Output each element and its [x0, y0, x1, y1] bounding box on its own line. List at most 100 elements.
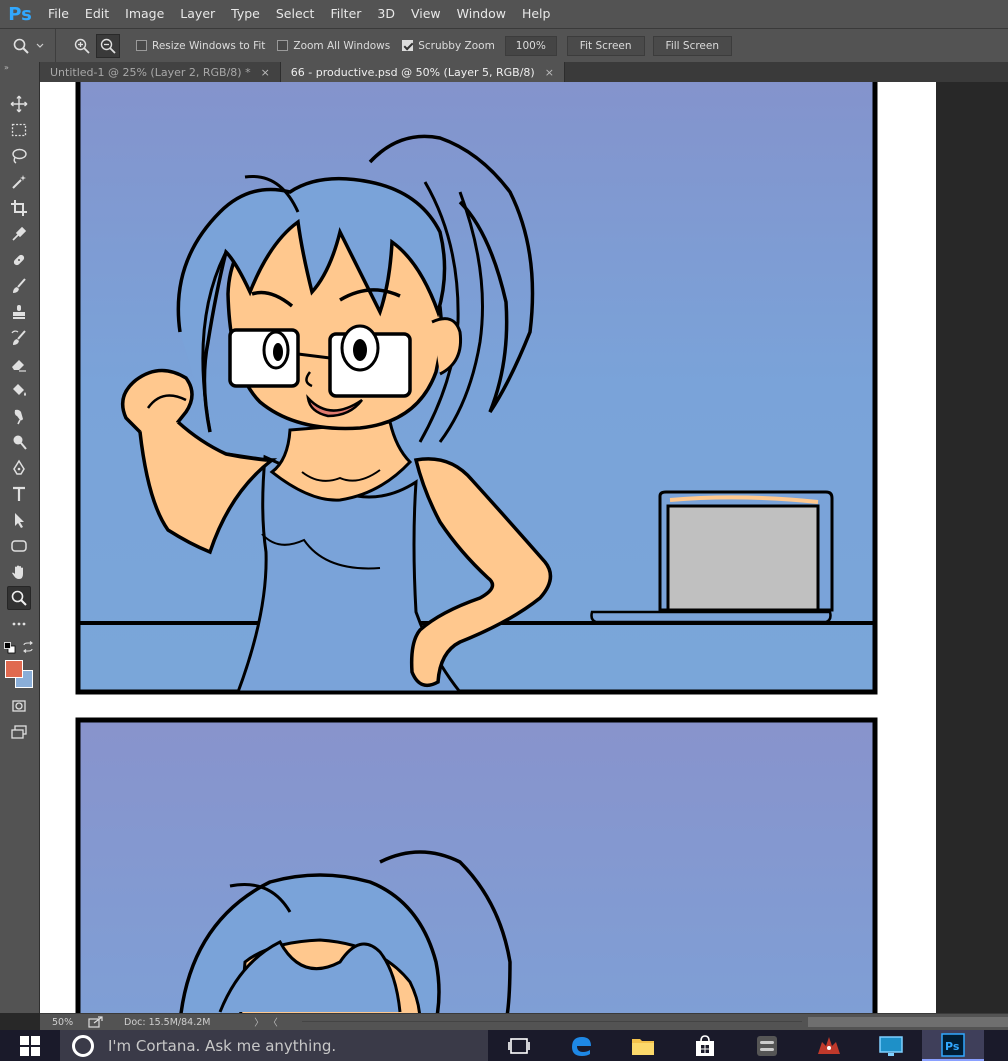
menu-window[interactable]: Window: [449, 0, 514, 28]
default-colors-button[interactable]: [4, 642, 16, 654]
zoom-tool-icon: [13, 38, 29, 54]
zoom-icon: [11, 590, 27, 606]
smudge-icon: [14, 409, 23, 425]
swap-colors-button[interactable]: [22, 641, 34, 653]
resize-windows-checkbox[interactable]: Resize Windows to Fit: [136, 40, 265, 52]
taskbar-remote-desktop[interactable]: [860, 1030, 922, 1061]
tab-untitled-1[interactable]: Untitled-1 @ 25% (Layer 2, RGB/8) * ×: [40, 62, 281, 82]
lasso-icon: [12, 148, 27, 164]
cortana-search-box[interactable]: I'm Cortana. Ask me anything.: [60, 1030, 488, 1061]
document-tabs: Untitled-1 @ 25% (Layer 2, RGB/8) * × 66…: [40, 62, 1008, 82]
paint-bucket-tool[interactable]: [7, 378, 31, 402]
eraser-icon: [12, 360, 26, 372]
horizontal-scrollbar-thumb[interactable]: [808, 1017, 1008, 1027]
ellipsis-icon: [12, 622, 26, 626]
canvas-area[interactable]: [40, 82, 1008, 1013]
panel-collapse-marker[interactable]: »: [0, 62, 39, 74]
taskbar-store[interactable]: [674, 1030, 736, 1061]
menu-help[interactable]: Help: [514, 0, 559, 28]
lasso-tool[interactable]: [7, 144, 31, 168]
type-tool[interactable]: [7, 482, 31, 506]
quick-mask-icon: [12, 700, 26, 712]
marquee-tool[interactable]: [7, 118, 31, 142]
quick-mask-button[interactable]: [7, 694, 31, 718]
share-icon[interactable]: [88, 1016, 104, 1028]
tab-productive-psd[interactable]: 66 - productive.psd @ 50% (Layer 5, RGB/…: [280, 62, 565, 82]
more-tools-button[interactable]: [7, 612, 31, 636]
shape-tool[interactable]: [7, 534, 31, 558]
zoom-all-windows-checkbox[interactable]: Zoom All Windows: [277, 40, 390, 52]
document-canvas[interactable]: [40, 82, 936, 1013]
paint-bucket-icon: [13, 384, 26, 396]
svg-text:Ps: Ps: [945, 1040, 960, 1053]
type-icon: [13, 486, 25, 501]
fit-screen-button[interactable]: Fit Screen: [566, 35, 645, 56]
horizontal-scroll-track[interactable]: [302, 1021, 802, 1022]
magic-wand-icon: [12, 175, 26, 189]
move-tool[interactable]: [7, 92, 31, 116]
magic-wand-tool[interactable]: [7, 170, 31, 194]
dodge-tool[interactable]: [7, 430, 31, 454]
screen-mode-icon: [11, 725, 27, 739]
tools-panel: »: [0, 62, 40, 1013]
taskbar-app-switch[interactable]: [736, 1030, 798, 1061]
zoom-out-icon: [100, 38, 116, 54]
history-brush-tool[interactable]: [7, 326, 31, 350]
task-view-icon: [508, 1037, 530, 1054]
status-bar: 50% Doc: 15.5M/84.2M 〉 〈: [40, 1013, 1008, 1030]
brush-tool[interactable]: [7, 274, 31, 298]
foreground-color-swatch[interactable]: [5, 660, 23, 678]
close-icon[interactable]: ×: [261, 66, 270, 79]
zoom-100-button[interactable]: 100%: [504, 35, 557, 56]
menu-file[interactable]: File: [40, 0, 77, 28]
menu-select[interactable]: Select: [268, 0, 323, 28]
menu-type[interactable]: Type: [223, 0, 268, 28]
tool-preset-picker[interactable]: [0, 28, 56, 63]
crop-tool[interactable]: [7, 196, 31, 220]
history-brush-icon: [11, 330, 26, 345]
clone-stamp-tool[interactable]: [7, 300, 31, 324]
taskbar-file-explorer[interactable]: [612, 1030, 674, 1061]
eraser-tool[interactable]: [7, 352, 31, 376]
menu-image[interactable]: Image: [117, 0, 172, 28]
menu-edit[interactable]: Edit: [77, 0, 117, 28]
status-menu-arrow[interactable]: 〉: [252, 1015, 266, 1029]
menu-3d[interactable]: 3D: [369, 0, 403, 28]
store-bag-icon: [696, 1034, 714, 1056]
pen-tool[interactable]: [7, 456, 31, 480]
dragon-icon: [818, 1036, 840, 1054]
eyedropper-tool[interactable]: [7, 222, 31, 246]
healing-brush-tool[interactable]: [7, 248, 31, 272]
swap-arrows-icon: [23, 641, 33, 653]
chevron-down-icon: [36, 43, 43, 48]
close-icon[interactable]: ×: [545, 66, 554, 79]
menu-view[interactable]: View: [403, 0, 449, 28]
task-view-button[interactable]: [488, 1030, 550, 1061]
cortana-icon: [72, 1034, 94, 1057]
folder-icon: [632, 1038, 654, 1055]
taskbar-dragon-app[interactable]: [798, 1030, 860, 1061]
menu-filter[interactable]: Filter: [322, 0, 369, 28]
path-selection-tool[interactable]: [7, 508, 31, 532]
hand-tool[interactable]: [7, 560, 31, 584]
hand-icon: [12, 565, 23, 579]
taskbar-edge[interactable]: [550, 1030, 612, 1061]
zoom-tool[interactable]: [7, 586, 31, 610]
zoom-level-field[interactable]: 50%: [40, 1017, 80, 1028]
taskbar-photoshop[interactable]: Ps: [922, 1030, 984, 1061]
scrubby-zoom-checkbox[interactable]: Scrubby Zoom: [402, 40, 495, 52]
smudge-tool[interactable]: [7, 404, 31, 428]
zoom-in-button[interactable]: [70, 34, 94, 58]
scroll-left-arrow[interactable]: 〈: [266, 1015, 280, 1029]
eyedropper-icon: [12, 226, 27, 241]
document-size-info: Doc: 15.5M/84.2M: [124, 1016, 211, 1028]
fill-screen-button[interactable]: Fill Screen: [652, 35, 733, 56]
photoshop-logo: Ps: [8, 3, 32, 25]
menu-layer[interactable]: Layer: [172, 0, 223, 28]
crop-icon: [11, 200, 27, 216]
comic-artwork: [75, 82, 878, 1013]
zoom-out-button[interactable]: [96, 33, 120, 58]
screen-mode-button[interactable]: [7, 720, 31, 744]
tab-label: 66 - productive.psd @ 50% (Layer 5, RGB/…: [290, 65, 535, 79]
start-button[interactable]: [0, 1030, 60, 1061]
